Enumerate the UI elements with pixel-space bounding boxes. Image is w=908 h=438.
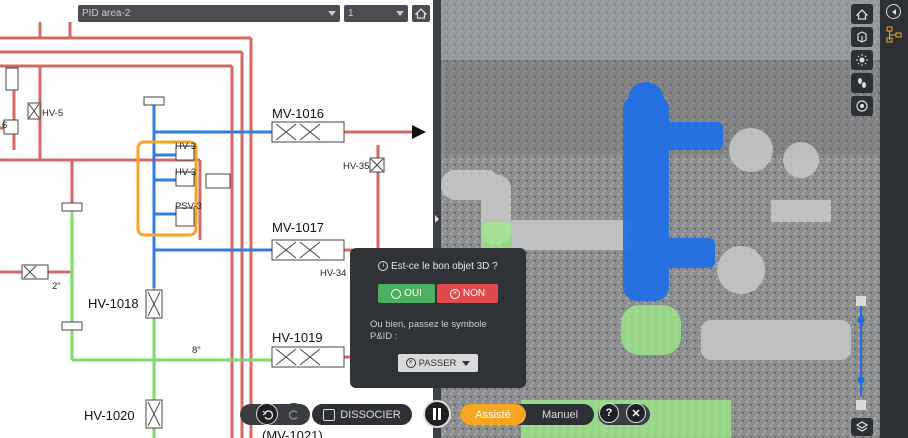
mode-assiste-button[interactable]: Assisté bbox=[460, 404, 526, 425]
layers-button[interactable] bbox=[851, 418, 873, 436]
right-sidebar bbox=[880, 0, 908, 438]
mode-manuel-button[interactable]: Manuel bbox=[528, 404, 592, 425]
dialog-question: i Est-ce le bon objet 3D ? bbox=[350, 261, 526, 272]
area-select-value: PID area-2 bbox=[82, 8, 131, 19]
area-select[interactable]: PID area-2 bbox=[78, 5, 340, 22]
valve-label-psv3: PSV-3 bbox=[175, 201, 202, 212]
no-button[interactable]: × NON bbox=[437, 284, 498, 303]
valve-label-six: 6 bbox=[2, 120, 8, 131]
check-circle-icon bbox=[391, 288, 402, 299]
collapse-button[interactable] bbox=[886, 4, 901, 19]
slider-track bbox=[856, 296, 866, 410]
home-icon bbox=[856, 8, 868, 20]
close-icon bbox=[632, 409, 640, 417]
section-button[interactable] bbox=[851, 96, 873, 116]
walk-mode-button[interactable] bbox=[851, 73, 873, 93]
valve-label-mv1016: MV-1016 bbox=[272, 106, 325, 121]
dissociate-icon bbox=[323, 408, 336, 421]
redo-icon bbox=[288, 409, 298, 420]
x-circle-icon: × bbox=[405, 358, 416, 368]
page-select[interactable]: 1 bbox=[344, 5, 408, 22]
pid-toolbar: PID area-2 1 bbox=[78, 5, 430, 22]
clip-slider[interactable] bbox=[855, 296, 867, 411]
pipe-size-2in: 2" bbox=[52, 281, 61, 292]
skip-button[interactable]: × PASSER bbox=[398, 354, 478, 372]
sun-icon bbox=[856, 54, 868, 66]
or-skip-text: Ou bien, passez le symbole P&ID : bbox=[370, 319, 487, 342]
valve-label-mv1017: MV-1017 bbox=[272, 220, 325, 235]
viewer-tools bbox=[851, 4, 875, 116]
home-view-button[interactable] bbox=[851, 4, 873, 24]
valve-label-hv3b: HV-3 bbox=[175, 167, 197, 178]
valve-label-hv5: HV-5 bbox=[42, 108, 64, 119]
valve-label-hv1020: HV-1020 bbox=[84, 408, 135, 423]
undo-icon bbox=[262, 409, 273, 420]
undo-button[interactable] bbox=[256, 403, 278, 425]
help-button[interactable]: ? bbox=[599, 403, 619, 423]
cube-icon bbox=[857, 31, 867, 43]
info-icon: i bbox=[378, 261, 389, 272]
home-button[interactable] bbox=[412, 5, 430, 22]
layers-icon bbox=[856, 421, 868, 432]
chevron-down-icon bbox=[462, 360, 471, 366]
home-icon bbox=[415, 8, 427, 19]
lighting-button[interactable] bbox=[851, 50, 873, 70]
chevron-down-icon bbox=[396, 11, 404, 16]
valve-label-hv3a: HV-3 bbox=[175, 141, 197, 152]
chevron-left-icon bbox=[891, 8, 896, 15]
yes-button[interactable]: OUI bbox=[378, 284, 435, 303]
close-button[interactable] bbox=[626, 403, 646, 423]
valve-label-hv35: HV-35 bbox=[343, 161, 370, 172]
dissocier-button[interactable]: DISSOCIER bbox=[312, 404, 412, 425]
valve-label-hv1019: HV-1019 bbox=[272, 330, 323, 345]
view-cube-button[interactable] bbox=[851, 27, 873, 47]
x-circle-icon: × bbox=[449, 288, 460, 299]
pause-button[interactable] bbox=[423, 400, 451, 428]
help-icon: ? bbox=[605, 407, 613, 419]
pause-icon bbox=[433, 408, 441, 420]
footsteps-icon bbox=[858, 78, 866, 88]
valve-label-hv1018: HV-1018 bbox=[88, 296, 139, 311]
valve-label-mv1021: (MV-1021) bbox=[262, 428, 323, 438]
page-select-value: 1 bbox=[348, 8, 354, 19]
match-confirm-dialog: i Est-ce le bon objet 3D ? OUI × NON Ou … bbox=[350, 248, 526, 388]
valve-label-hv34: HV-34 bbox=[320, 268, 347, 279]
chevron-down-icon bbox=[328, 11, 336, 16]
hierarchy-icon[interactable] bbox=[886, 26, 902, 44]
pipe-size-8in: 8" bbox=[192, 345, 201, 356]
redo-button[interactable] bbox=[283, 403, 305, 425]
target-icon bbox=[856, 100, 868, 112]
chevron-right-icon bbox=[435, 215, 439, 223]
